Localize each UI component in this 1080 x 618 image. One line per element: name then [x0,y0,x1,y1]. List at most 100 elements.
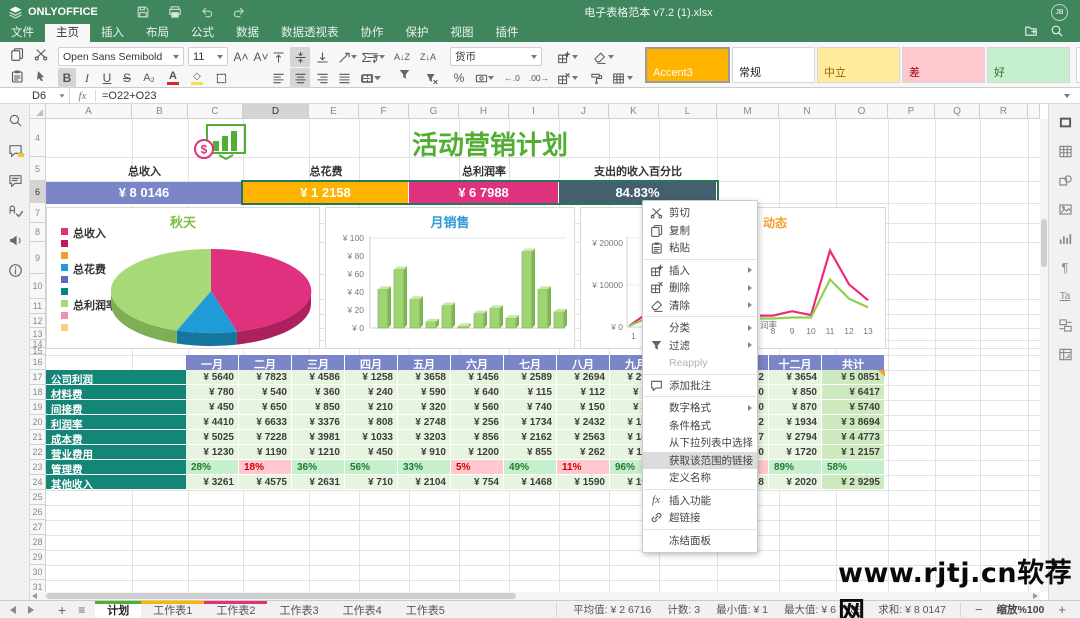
row-header-17[interactable]: 17 [30,370,46,385]
menu-item-删除[interactable]: 删除 [643,279,757,297]
grid-corner-cell[interactable] [30,104,46,119]
decrease-decimal-button[interactable]: ←.0 [500,68,524,88]
column-header-N[interactable]: N [779,104,836,119]
line-chart-right[interactable]: 动态8910111213润率 [757,207,886,349]
menu-item-冻结面板[interactable]: 冻结面板 [643,532,757,550]
align-justify-button[interactable] [334,68,354,88]
underline-button[interactable]: U [98,68,116,88]
name-box[interactable]: D6 [0,88,70,104]
feedback-icon[interactable] [7,232,23,248]
ribbon-tab-布局[interactable]: 布局 [135,24,180,42]
clear-filter-button[interactable] [422,68,440,88]
menu-item-复制[interactable]: 复制 [643,222,757,240]
row-header-16[interactable]: 16 [30,355,46,370]
row-header-28[interactable]: 28 [30,535,46,550]
column-header-B[interactable]: B [132,104,188,119]
formula-bar-expand-button[interactable] [1054,94,1080,98]
named-range-button[interactable] [354,68,386,88]
ribbon-tab-数据[interactable]: 数据 [225,24,270,42]
menu-item-过滤[interactable]: 过滤 [643,337,757,355]
italic-button[interactable]: I [78,68,96,88]
column-header-A[interactable]: A [46,104,132,119]
chat-icon[interactable] [7,172,23,188]
column-header-D[interactable]: D [243,104,309,119]
paste-button[interactable] [10,69,28,87]
hscroll-left-arrow[interactable] [32,593,37,599]
spellcheck-icon[interactable] [7,202,23,218]
pie-chart[interactable]: 秋天总收入总花费总利润率 [46,207,320,349]
increase-font-button[interactable]: A˄ [232,47,250,67]
row-header-22[interactable]: 22 [30,445,46,460]
menu-item-超链接[interactable]: 超链接 [643,509,757,527]
row-header-8[interactable]: 8 [30,223,46,242]
accounting-style-button[interactable] [471,68,497,88]
highlight-color-button[interactable]: ◇ [186,68,208,88]
column-header-Q[interactable]: Q [935,104,980,119]
next-sheet-button[interactable] [28,606,34,614]
select-all-button[interactable] [34,69,52,87]
paragraph-settings-icon[interactable]: ¶ [1057,259,1073,275]
search-icon[interactable] [1050,24,1066,40]
row-header-23[interactable]: 23 [30,460,46,475]
cell-style-中立[interactable]: 中立 [817,47,900,83]
row-header-15[interactable]: 15 [30,348,46,355]
copy-style-button[interactable] [588,68,604,88]
column-header-I[interactable]: I [509,104,559,119]
row-header-25[interactable]: 25 [30,490,46,505]
column-header-C[interactable]: C [188,104,243,119]
cell-style-常规[interactable]: 常规 [732,47,815,83]
cell-style-Accent3[interactable]: Accent3 [645,47,730,83]
ribbon-tab-保护[interactable]: 保护 [395,24,440,42]
valign-bottom-button[interactable] [312,47,332,67]
menu-item-数字格式[interactable]: 数字格式 [643,399,757,417]
insert-cells-button[interactable] [552,47,582,67]
comments-icon[interactable] [7,142,23,158]
font-color-button[interactable]: A [162,68,184,88]
row-header-19[interactable]: 19 [30,400,46,415]
column-header-R[interactable]: R [980,104,1028,119]
row-header-18[interactable]: 18 [30,385,46,400]
align-left-button[interactable] [268,68,288,88]
autosum-button[interactable]: Σ [354,47,386,67]
column-header-K[interactable]: K [609,104,659,119]
style-gallery-more-button[interactable] [1076,47,1080,83]
ribbon-tab-文件[interactable]: 文件 [0,24,45,42]
sheet-tab-工作表4[interactable]: 工作表4 [331,601,394,618]
column-header-E[interactable]: E [309,104,359,119]
sheet-tab-工作表1[interactable]: 工作表1 [141,601,204,618]
vscroll-thumb[interactable] [1041,219,1047,267]
column-header-H[interactable]: H [459,104,509,119]
shape-settings-icon[interactable] [1057,172,1073,188]
subscript-button[interactable]: A₂ [138,68,160,88]
menu-item-分类[interactable]: 分类 [643,319,757,337]
ribbon-tab-主页[interactable]: 主页 [45,24,90,42]
font-name-combo[interactable]: Open Sans Semibold [58,47,184,66]
menu-item-Reapply[interactable]: Reapply [643,354,757,372]
row-header-27[interactable]: 27 [30,520,46,535]
avatar[interactable]: JB [1051,4,1068,21]
ribbon-tab-公式[interactable]: 公式 [180,24,225,42]
ribbon-tab-数据透视表[interactable]: 数据透视表 [270,24,350,42]
strikethrough-button[interactable]: S [118,68,136,88]
menu-item-粘贴[interactable]: 粘贴 [643,239,757,257]
save-button[interactable] [136,5,150,19]
ribbon-tab-插入[interactable]: 插入 [90,24,135,42]
sheet-tab-工作表2[interactable]: 工作表2 [204,601,267,618]
borders-button[interactable] [210,68,232,88]
valign-middle-button[interactable] [290,47,310,67]
ribbon-tab-协作[interactable]: 协作 [350,24,395,42]
menu-item-条件格式[interactable]: 条件格式 [643,417,757,435]
sheet-list-button[interactable]: ≡ [78,603,85,617]
bold-button[interactable]: B [58,68,76,88]
ribbon-tab-视图[interactable]: 视图 [440,24,485,42]
menu-item-定义名称[interactable]: 定义名称 [643,469,757,487]
search-icon[interactable] [7,112,23,128]
menu-item-剪切[interactable]: 剪切 [643,204,757,222]
ribbon-tab-插件[interactable]: 插件 [485,24,530,42]
print-button[interactable] [168,5,182,19]
row-header-24[interactable]: 24 [30,475,46,490]
chart-settings-icon[interactable] [1057,230,1073,246]
sheet-tab-工作表3[interactable]: 工作表3 [267,601,330,618]
row-header-11[interactable]: 11 [30,299,46,314]
open-file-location-icon[interactable] [1024,24,1040,40]
